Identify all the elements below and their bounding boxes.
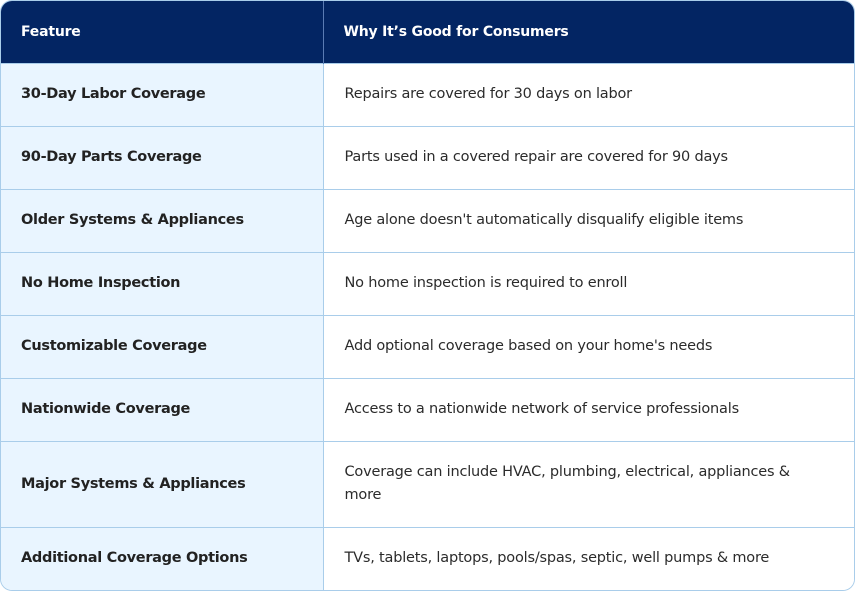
why-cell: Coverage can include HVAC, plumbing, ele… bbox=[322, 440, 854, 527]
table-row: Additional Coverage Options TVs, tablets… bbox=[1, 526, 854, 590]
feature-cell: No Home Inspection bbox=[1, 251, 323, 315]
why-cell: Access to a nationwide network of servic… bbox=[322, 377, 854, 441]
header-feature: Feature bbox=[1, 1, 323, 63]
why-cell: Repairs are covered for 30 days on labor bbox=[322, 62, 854, 126]
features-table-grid: Feature Why It’s Good for Consumers 30-D… bbox=[1, 1, 854, 590]
why-cell: No home inspection is required to enroll bbox=[322, 251, 854, 315]
table-row: Major Systems & Appliances Coverage can … bbox=[1, 440, 854, 527]
why-cell: Parts used in a covered repair are cover… bbox=[322, 125, 854, 189]
feature-cell: Customizable Coverage bbox=[1, 314, 323, 378]
header-why: Why It’s Good for Consumers bbox=[322, 1, 854, 63]
table-row: Nationwide Coverage Access to a nationwi… bbox=[1, 377, 854, 441]
why-cell: Age alone doesn't automatically disquali… bbox=[322, 188, 854, 252]
features-table: Feature Why It’s Good for Consumers 30-D… bbox=[0, 0, 855, 591]
table-row: 90-Day Parts Coverage Parts used in a co… bbox=[1, 125, 854, 189]
feature-cell: 30-Day Labor Coverage bbox=[1, 62, 323, 126]
why-cell: TVs, tablets, laptops, pools/spas, septi… bbox=[322, 526, 854, 590]
table-body: 30-Day Labor Coverage Repairs are covere… bbox=[1, 62, 854, 590]
table-row: No Home Inspection No home inspection is… bbox=[1, 251, 854, 315]
feature-cell: Additional Coverage Options bbox=[1, 526, 323, 590]
feature-cell: 90-Day Parts Coverage bbox=[1, 125, 323, 189]
table-row: Older Systems & Appliances Age alone doe… bbox=[1, 188, 854, 252]
feature-cell: Older Systems & Appliances bbox=[1, 188, 323, 252]
why-cell: Add optional coverage based on your home… bbox=[322, 314, 854, 378]
header-row: Feature Why It’s Good for Consumers bbox=[1, 1, 854, 63]
table-row: Customizable Coverage Add optional cover… bbox=[1, 314, 854, 378]
table-header: Feature Why It’s Good for Consumers bbox=[1, 1, 854, 63]
feature-cell: Major Systems & Appliances bbox=[1, 440, 323, 527]
feature-cell: Nationwide Coverage bbox=[1, 377, 323, 441]
table-row: 30-Day Labor Coverage Repairs are covere… bbox=[1, 62, 854, 126]
